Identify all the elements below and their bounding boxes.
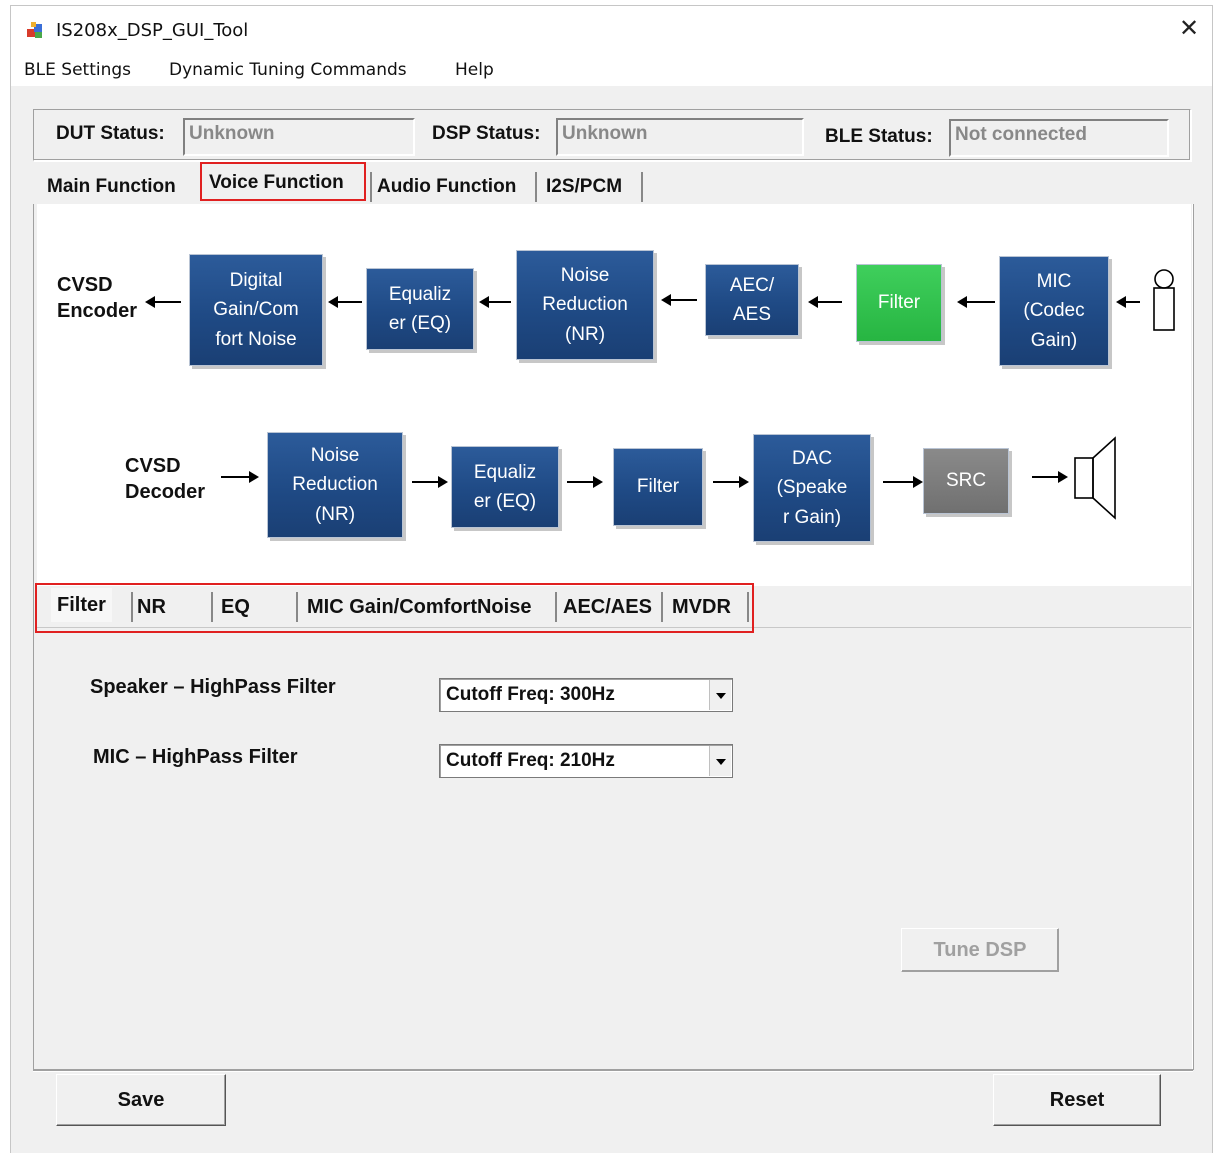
arrow-right-icon (412, 476, 448, 488)
app-icon (27, 22, 42, 38)
voice-tab-highlight (200, 162, 366, 201)
speaker-cutoff-select[interactable]: Cutoff Freq: 300Hz (439, 678, 733, 712)
arrow-left-icon (328, 296, 362, 308)
arrow-right-icon (567, 476, 603, 488)
voice-block-diagram: CVSD Encoder Digital Gain/Com fort Noise Eq… (37, 204, 1191, 586)
chevron-down-icon[interactable] (709, 680, 731, 710)
decoder-noise-reduction-block[interactable]: Noise Reduction (NR) (267, 432, 403, 538)
chevron-down-icon[interactable] (709, 746, 731, 776)
close-icon[interactable]: ✕ (1174, 14, 1204, 44)
menu-help[interactable]: Help (451, 58, 498, 82)
window-title: IS208x_DSP_GUI_Tool (56, 20, 249, 41)
dut-status-label: DUT Status: (56, 123, 165, 144)
cvsd-encoder-label: CVSD Encoder (57, 274, 138, 322)
dsp-status-label: DSP Status: (432, 123, 541, 144)
dut-status-field: Unknown (183, 118, 415, 156)
decoder-filter-block[interactable]: Filter (613, 448, 703, 526)
microphone-icon (1153, 269, 1175, 331)
encoder-equalizer-block[interactable]: Equaliz er (EQ) (366, 268, 474, 350)
ble-status-field: Not connected (949, 119, 1169, 157)
title-bar: IS208x_DSP_GUI_Tool ✕ (11, 6, 1212, 54)
menu-ble-settings[interactable]: BLE Settings (20, 58, 135, 82)
panel-bottom-border (33, 1069, 1193, 1071)
mic-highpass-label: MIC – HighPass Filter (93, 746, 298, 768)
panel-border (33, 204, 34, 1070)
sub-tabs-highlight (35, 583, 754, 633)
arrow-right-icon (221, 471, 259, 483)
speaker-cutoff-value: Cutoff Freq: 300Hz (446, 684, 615, 705)
tab-separator (535, 172, 537, 202)
arrow-right-icon (1032, 471, 1068, 483)
arrow-left-icon (145, 296, 181, 308)
reset-button[interactable]: Reset (993, 1074, 1161, 1126)
save-button[interactable]: Save (56, 1074, 226, 1126)
src-block[interactable]: SRC (923, 448, 1009, 514)
client-area: DUT Status: Unknown DSP Status: Unknown … (11, 86, 1212, 1153)
tab-audio-function[interactable]: Audio Function (371, 170, 522, 204)
filter-panel: Speaker – HighPass Filter Cutoff Freq: 3… (37, 628, 1191, 1068)
arrow-left-icon (661, 294, 697, 306)
mic-codec-gain-block[interactable]: MIC (Codec Gain) (999, 256, 1109, 366)
arrow-left-icon (957, 296, 995, 308)
arrow-left-icon (808, 296, 842, 308)
aec-aes-block[interactable]: AEC/AES (705, 264, 799, 336)
dac-speaker-gain-block[interactable]: DAC (Speake r Gain) (753, 434, 871, 542)
ble-status-label: BLE Status: (825, 126, 933, 147)
tab-separator (641, 172, 643, 202)
mic-cutoff-value: Cutoff Freq: 210Hz (446, 750, 615, 771)
decoder-equalizer-block[interactable]: Equaliz er (EQ) (451, 446, 559, 528)
arrow-right-icon (883, 476, 923, 488)
menu-dynamic-tuning-commands[interactable]: Dynamic Tuning Commands (165, 58, 411, 82)
encoder-filter-block[interactable]: Filter (856, 264, 942, 342)
arrow-left-icon (479, 296, 511, 308)
cvsd-decoder-label: CVSD Decoder (125, 455, 206, 503)
panel-border (1192, 204, 1193, 1070)
speaker-icon (1074, 436, 1116, 520)
menu-bar: BLE Settings Dynamic Tuning Commands Hel… (11, 54, 1212, 86)
arrow-right-icon (713, 476, 749, 488)
tune-dsp-button[interactable]: Tune DSP (901, 928, 1059, 972)
dsp-status-field: Unknown (556, 118, 804, 156)
encoder-noise-reduction-block[interactable]: Noise Reduction (NR) (516, 250, 654, 360)
speaker-highpass-label: Speaker – HighPass Filter (90, 676, 336, 698)
mic-cutoff-select[interactable]: Cutoff Freq: 210Hz (439, 744, 733, 778)
tab-main-function[interactable]: Main Function (41, 170, 182, 204)
digital-gain-comfort-noise-block[interactable]: Digital Gain/Com fort Noise (189, 254, 323, 366)
arrow-left-icon (1116, 296, 1140, 308)
tab-i2s-pcm[interactable]: I2S/PCM (540, 170, 628, 204)
app-window: IS208x_DSP_GUI_Tool ✕ BLE Settings Dynam… (10, 5, 1213, 1153)
